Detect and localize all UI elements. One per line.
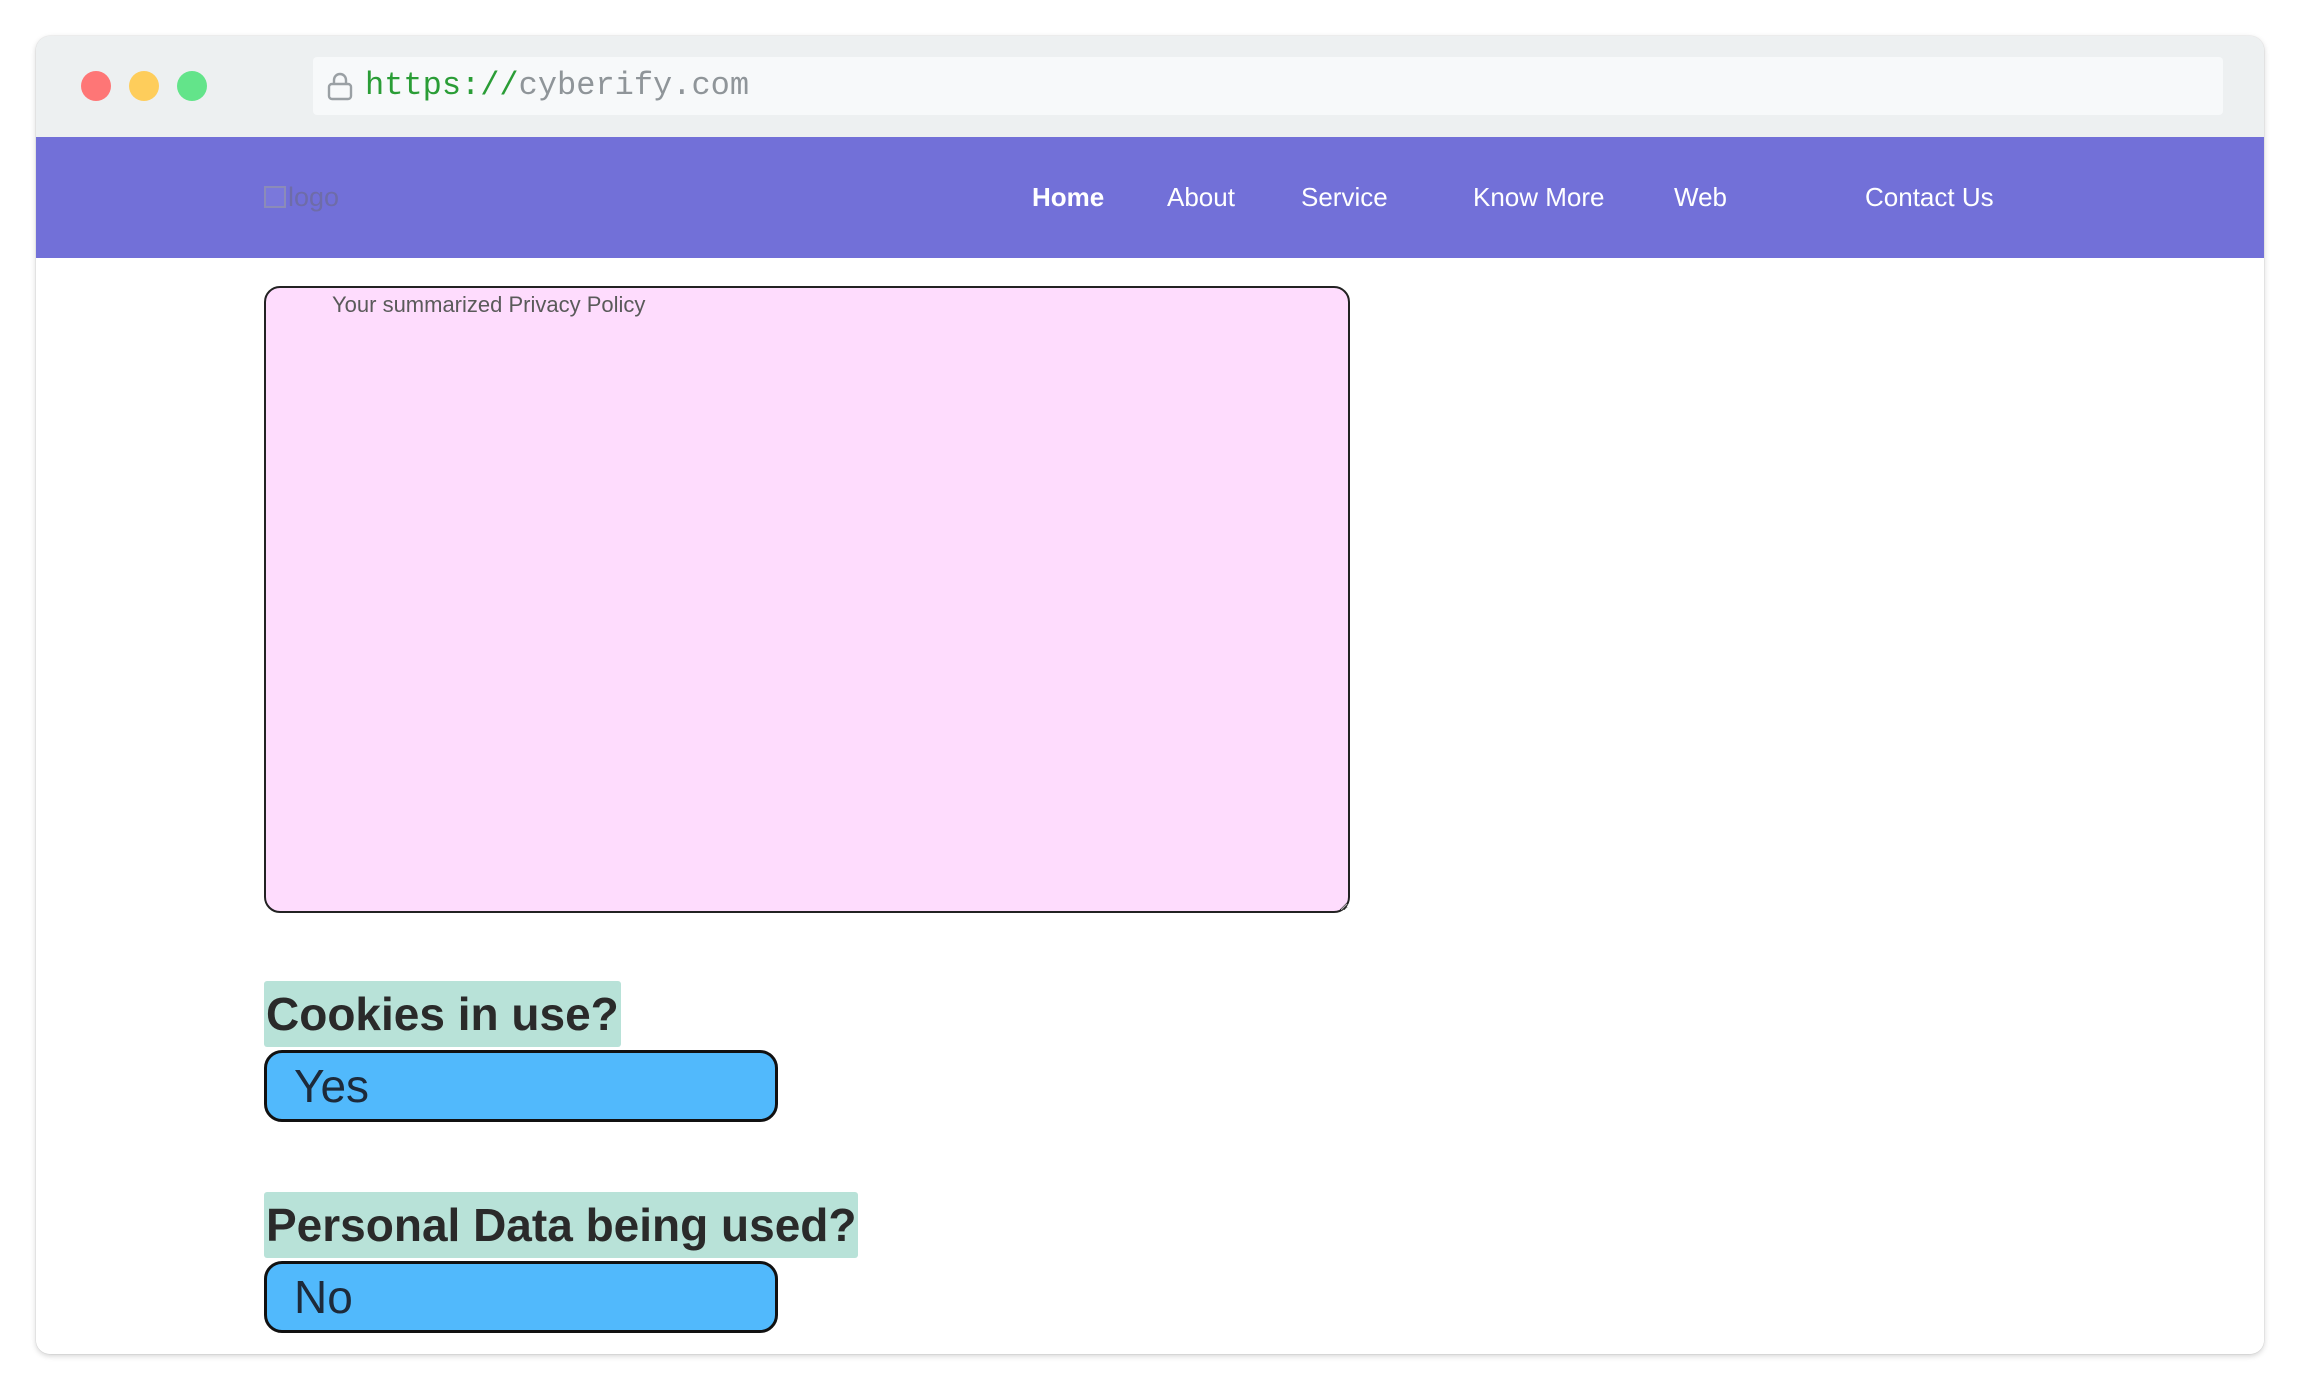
privacy-policy-textarea[interactable]: [264, 286, 1350, 913]
question-label-cookies: Cookies in use?: [264, 981, 621, 1047]
close-window-button[interactable]: [81, 71, 111, 101]
nav-link-know-more[interactable]: Know More: [1473, 177, 1605, 217]
url-text: https://cyberify.com: [365, 67, 749, 105]
lock-icon: [327, 72, 353, 101]
answer-field-personal-data[interactable]: [264, 1261, 778, 1333]
browser-window: https://cyberify.com logo Home About Ser…: [36, 36, 2264, 1354]
site-header: logo Home About Service Know More Web Co…: [36, 137, 2264, 258]
nav-link-home[interactable]: Home: [1032, 177, 1104, 217]
nav-link-web[interactable]: Web: [1674, 177, 1727, 217]
maximize-window-button[interactable]: [177, 71, 207, 101]
minimize-window-button[interactable]: [129, 71, 159, 101]
url-host: cyberify.com: [518, 67, 750, 104]
browser-titlebar: https://cyberify.com: [36, 36, 2264, 137]
broken-image-icon: [264, 186, 286, 208]
question-label-personal-data: Personal Data being used?: [264, 1192, 859, 1258]
main-content: Cookies in use? Personal Data being used…: [36, 258, 2264, 1354]
answer-field-cookies[interactable]: [264, 1050, 778, 1122]
nav-link-service[interactable]: Service: [1301, 177, 1388, 217]
logo-alt-text: logo: [288, 182, 340, 212]
nav-link-about[interactable]: About: [1167, 177, 1235, 217]
nav-link-contact-us[interactable]: Contact Us: [1865, 177, 1994, 217]
site-logo[interactable]: logo: [264, 182, 339, 212]
url-scheme: https://: [365, 67, 519, 104]
address-bar[interactable]: https://cyberify.com: [313, 57, 2223, 115]
